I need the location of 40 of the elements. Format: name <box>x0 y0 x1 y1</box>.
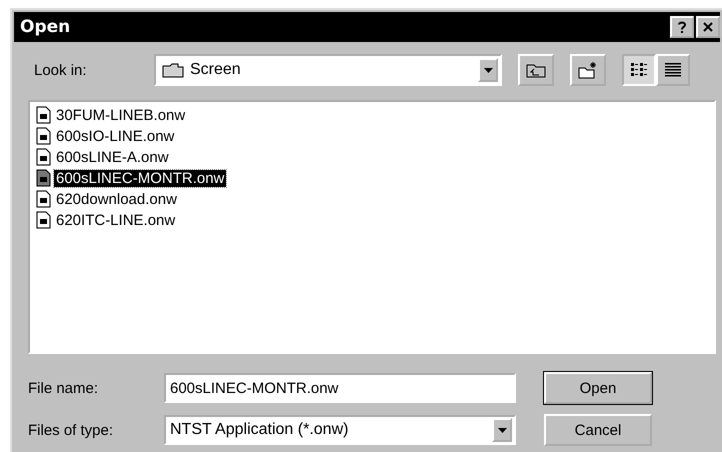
close-button[interactable] <box>696 16 720 38</box>
file-icon <box>36 169 51 187</box>
file-icon <box>36 127 51 145</box>
window-title: Open <box>20 17 70 37</box>
look-in-dropdown[interactable]: Screen <box>154 54 502 86</box>
file-item[interactable]: 620download.onw <box>54 190 179 208</box>
details-view-button[interactable] <box>656 54 690 86</box>
cancel-button[interactable]: Cancel <box>544 414 652 446</box>
look-in-value: Screen <box>190 61 242 79</box>
file-icon <box>36 148 51 166</box>
file-item[interactable]: 600sIO-LINE.onw <box>54 128 176 144</box>
open-button[interactable]: Open <box>544 372 652 404</box>
file-item[interactable]: 600sLINEC-MONTR.onw <box>54 170 226 186</box>
file-type-dropdown[interactable]: NTST Application (*.onw) <box>164 415 516 445</box>
new-folder-button[interactable] <box>570 54 606 86</box>
dropdown-button[interactable] <box>478 58 498 82</box>
help-icon <box>678 21 686 33</box>
file-type-label: Files of type: <box>28 422 114 438</box>
file-name-field[interactable]: 600sLINEC-MONTR.onw <box>164 373 516 403</box>
dropdown-arrow-icon <box>484 68 492 72</box>
list-view-icon <box>630 62 648 78</box>
file-name-label: File name: <box>28 380 100 396</box>
file-item[interactable]: 620ITC-LINE.onw <box>54 212 178 228</box>
file-icon <box>36 211 51 229</box>
file-item[interactable]: 30FUM-LINEB.onw <box>54 106 188 124</box>
folder-icon <box>162 62 184 78</box>
look-in-label: Look in: <box>34 62 88 78</box>
new-folder-icon <box>578 61 598 79</box>
details-view-icon <box>664 62 682 78</box>
help-button[interactable] <box>670 16 694 38</box>
dropdown-arrow-icon <box>498 428 506 432</box>
list-view-button[interactable] <box>622 54 656 86</box>
dropdown-button[interactable] <box>492 418 512 442</box>
file-item[interactable]: 600sLINE-A.onw <box>54 148 171 166</box>
up-folder-icon <box>526 62 546 78</box>
up-folder-button[interactable] <box>518 54 554 86</box>
file-type-value: NTST Application (*.onw) <box>170 421 350 439</box>
close-icon <box>703 22 713 32</box>
file-icon <box>36 106 51 124</box>
file-icon <box>36 190 51 208</box>
